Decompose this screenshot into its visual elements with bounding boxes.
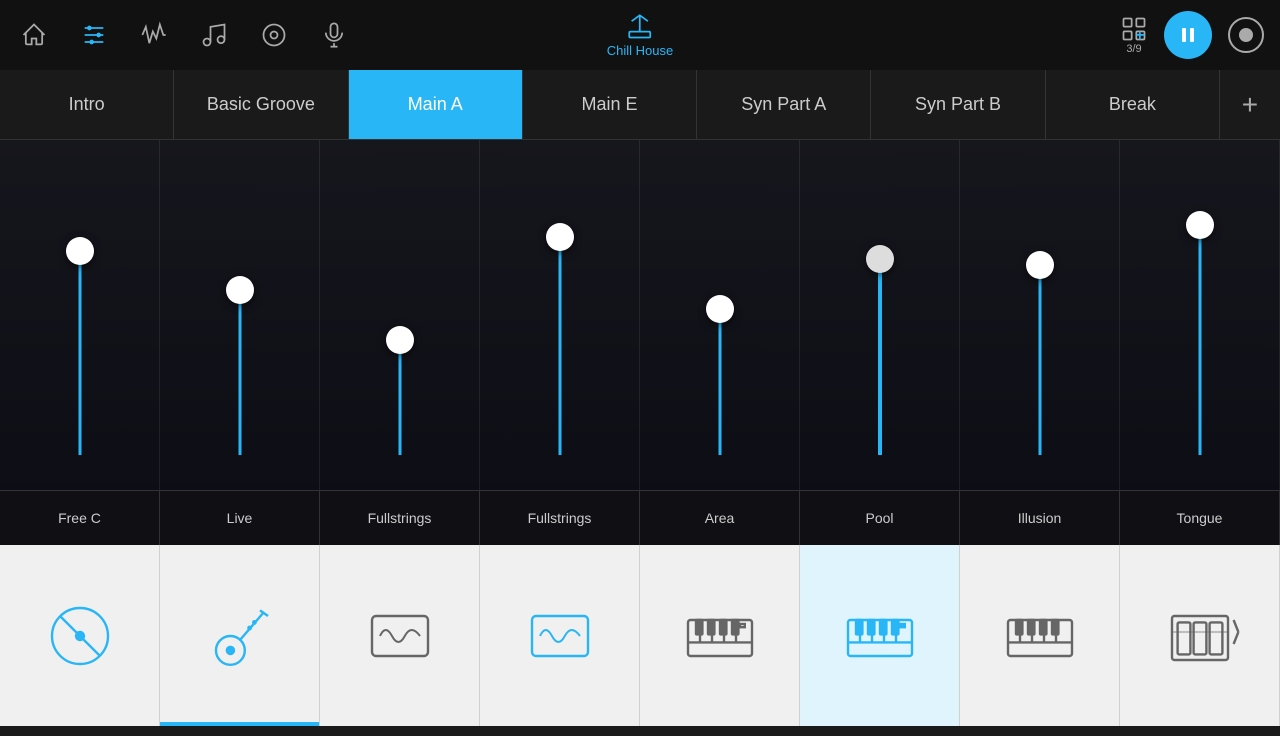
fader-handle-illusion[interactable]: [1026, 251, 1054, 279]
tab-syn-part-b[interactable]: Syn Part B: [871, 70, 1045, 139]
instrument-free-c[interactable]: [0, 545, 160, 726]
notes-icon[interactable]: [196, 17, 232, 53]
fader-live[interactable]: for(let i=0;i<55;i++) document.write('<d…: [210, 175, 270, 455]
label-fullstrings-2: Fullstrings: [480, 491, 640, 545]
tab-syn-part-a[interactable]: Syn Part A: [697, 70, 871, 139]
label-pool: Pool: [800, 491, 960, 545]
channel-fullstrings-1: for(let i=0;i<55;i++) document.write('<d…: [320, 140, 480, 490]
label-free-c: Free C: [0, 491, 160, 545]
channel-illusion: for(let i=0;i<55;i++) document.write('<d…: [960, 140, 1120, 490]
label-live: Live: [160, 491, 320, 545]
instrument-fullstrings-2[interactable]: [480, 545, 640, 726]
fader-fill-area: [718, 304, 721, 455]
channel-free-c: for(let i=0;i<55;i++) document.write('<d…: [0, 140, 160, 490]
topbar: Chill House 3/9: [0, 0, 1280, 70]
tab-intro[interactable]: Intro: [0, 70, 174, 139]
label-tongue: Tongue: [1120, 491, 1280, 545]
home-icon[interactable]: [16, 17, 52, 53]
label-fullstrings-1: Fullstrings: [320, 491, 480, 545]
loop-icon[interactable]: [256, 17, 292, 53]
mixer-icon[interactable]: [76, 17, 112, 53]
instrument-fullstrings-1[interactable]: [320, 545, 480, 726]
topbar-right: 3/9: [1120, 11, 1264, 59]
nav-icons: [16, 17, 352, 53]
fader-handle-fullstrings-1[interactable]: [386, 326, 414, 354]
channel-fullstrings-2: for(let i=0;i<55;i++) document.write('<d…: [480, 140, 640, 490]
channel-live: for(let i=0;i<55;i++) document.write('<d…: [160, 140, 320, 490]
mic-icon[interactable]: [316, 17, 352, 53]
fader-fill-fullstrings-1: [398, 337, 401, 455]
record-indicator: [1239, 28, 1253, 42]
channel-area: for(let i=0;i<55;i++) document.write('<d…: [640, 140, 800, 490]
fader-fill-tongue: [1198, 220, 1201, 455]
fader-fill-live: [238, 281, 241, 455]
song-title: Chill House: [607, 43, 673, 58]
track-count: 3/9: [1126, 43, 1141, 55]
instrument-illusion[interactable]: [960, 545, 1120, 726]
instrument-area[interactable]: [640, 545, 800, 726]
record-button[interactable]: [1228, 17, 1264, 53]
fader-pool[interactable]: for(let i=0;i<55;i++) document.write('<d…: [850, 175, 910, 455]
add-tab-button[interactable]: +: [1220, 70, 1280, 139]
fader-handle-tongue[interactable]: [1186, 211, 1214, 239]
tab-break[interactable]: Break: [1046, 70, 1220, 139]
fader-fill-pool: [878, 253, 882, 455]
label-illusion: Illusion: [960, 491, 1120, 545]
fader-handle-area[interactable]: [706, 295, 734, 323]
channel-labels-row: Free C Live Fullstrings Fullstrings Area…: [0, 490, 1280, 545]
fader-area[interactable]: for(let i=0;i<55;i++) document.write('<d…: [690, 175, 750, 455]
song-title-button[interactable]: Chill House: [607, 13, 673, 58]
section-tabs: Intro Basic Groove Main A Main E Syn Par…: [0, 70, 1280, 140]
instrument-pool[interactable]: [800, 545, 960, 726]
instrument-live[interactable]: [160, 545, 320, 726]
label-area: Area: [640, 491, 800, 545]
instrument-bar-live: [160, 722, 319, 726]
waveform-icon[interactable]: [136, 17, 172, 53]
channel-pool: for(let i=0;i<55;i++) document.write('<d…: [800, 140, 960, 490]
tab-basic-groove[interactable]: Basic Groove: [174, 70, 348, 139]
fader-fill-illusion: [1038, 259, 1041, 455]
instruments-row: [0, 545, 1280, 726]
fader-fullstrings-1[interactable]: for(let i=0;i<55;i++) document.write('<d…: [370, 175, 430, 455]
fader-illusion[interactable]: for(let i=0;i<55;i++) document.write('<d…: [1010, 175, 1070, 455]
fader-fill-free-c: [78, 245, 81, 455]
fader-handle-fullstrings-2[interactable]: [546, 223, 574, 251]
tab-main-e[interactable]: Main E: [523, 70, 697, 139]
fader-handle-pool[interactable]: [866, 245, 894, 273]
fader-fullstrings-2[interactable]: for(let i=0;i<55;i++) document.write('<d…: [530, 175, 590, 455]
fader-tongue[interactable]: for(let i=0;i<55;i++) document.write('<d…: [1170, 175, 1230, 455]
fader-handle-free-c[interactable]: [66, 237, 94, 265]
mixer-area: for(let i=0;i<55;i++) document.write('<d…: [0, 140, 1280, 490]
fader-fill-fullstrings-2: [558, 231, 561, 455]
instrument-tongue[interactable]: [1120, 545, 1280, 726]
fader-handle-live[interactable]: [226, 276, 254, 304]
track-counter[interactable]: 3/9: [1120, 15, 1148, 55]
play-button[interactable]: [1164, 11, 1212, 59]
tab-main-a[interactable]: Main A: [349, 70, 523, 139]
channel-tongue: for(let i=0;i<55;i++) document.write('<d…: [1120, 140, 1280, 490]
fader-free-c[interactable]: for(let i=0;i<55;i++) document.write('<d…: [50, 175, 110, 455]
